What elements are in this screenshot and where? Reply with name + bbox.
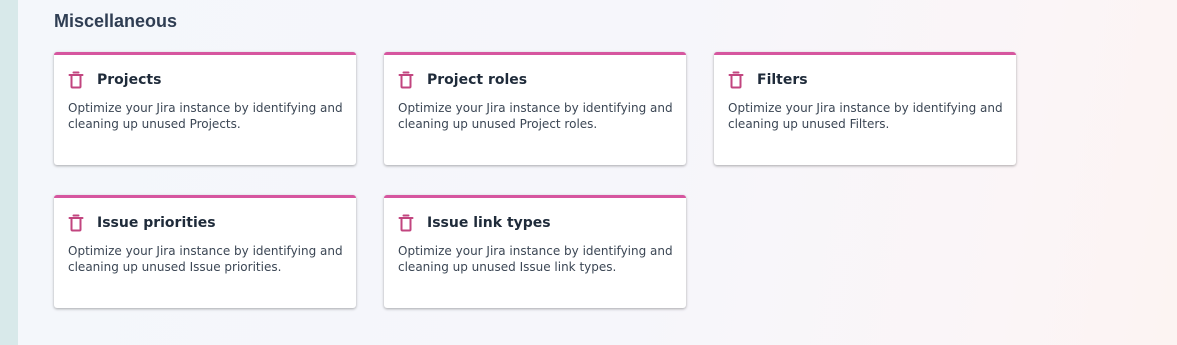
card-description: Optimize your Jira instance by identifyi… [68,244,343,274]
card-description: Optimize your Jira instance by identifyi… [398,101,673,131]
left-sidebar-strip [0,0,18,345]
card-title: Project roles [427,72,528,88]
trash-icon [728,71,744,89]
trash-icon [398,71,414,89]
card-header: Project roles [398,71,527,89]
card-header: Filters [728,71,808,89]
card-issue-link-types[interactable]: Issue link types Optimize your Jira inst… [384,195,686,308]
trash-icon [68,214,84,232]
card-issue-priorities[interactable]: Issue priorities Optimize your Jira inst… [54,195,356,308]
card-title: Issue priorities [97,215,216,231]
section-title: Miscellaneous [54,11,178,31]
card-description: Optimize your Jira instance by identifyi… [398,244,673,274]
card-header: Issue priorities [68,214,216,232]
trash-icon [398,214,414,232]
card-projects[interactable]: Projects Optimize your Jira instance by … [54,52,356,165]
card-header: Issue link types [398,214,551,232]
card-description: Optimize your Jira instance by identifyi… [728,101,1003,131]
card-description: Optimize your Jira instance by identifyi… [68,101,343,131]
card-title: Projects [97,72,162,88]
card-project-roles[interactable]: Project roles Optimize your Jira instanc… [384,52,686,165]
card-filters[interactable]: Filters Optimize your Jira instance by i… [714,52,1016,165]
card-header: Projects [68,71,161,89]
card-title: Issue link types [427,215,551,231]
card-title: Filters [757,72,808,88]
trash-icon [68,71,84,89]
